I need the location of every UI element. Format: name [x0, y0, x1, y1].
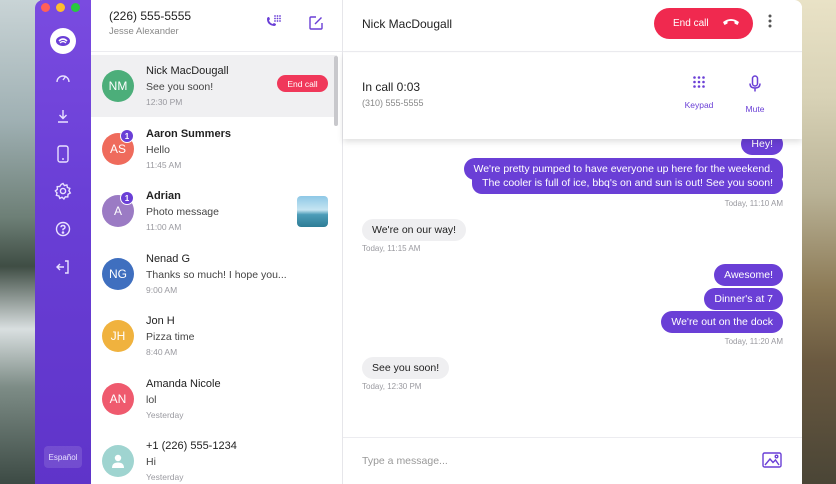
- conversation-name: Aaron Summers: [146, 128, 231, 140]
- gear-icon[interactable]: [49, 177, 77, 205]
- conversation-preview: Pizza time: [146, 331, 195, 343]
- help-icon[interactable]: [49, 215, 77, 243]
- conversation-preview: Thanks so much! I hope you...: [146, 269, 287, 281]
- conversation-name: Nenad G: [146, 253, 191, 265]
- desktop-wallpaper-left: [0, 0, 40, 484]
- conversation-time: 12:30 PM: [146, 97, 183, 107]
- account-phone: (226) 555-5555: [109, 9, 192, 23]
- app-window: Español (226) 555-5555 Jesse Alexander N…: [35, 0, 802, 484]
- avatar: NG: [102, 258, 134, 290]
- conversation-name: +1 (226) 555-1234: [146, 440, 237, 452]
- call-status: In call 0:03: [362, 80, 421, 94]
- conversation-name: Jon H: [146, 315, 175, 327]
- conversation-name: Adrian: [146, 190, 181, 202]
- mute-button[interactable]: Mute: [735, 75, 775, 114]
- message-thread: Hey! We're pretty pumped to have everyon…: [343, 133, 802, 435]
- close-window-button[interactable]: [41, 3, 50, 12]
- conversation-preview: Photo message: [146, 206, 219, 218]
- speedometer-icon[interactable]: [49, 64, 77, 92]
- list-scrollbar[interactable]: [334, 56, 338, 126]
- message-bubble-incoming: We're on our way!: [362, 219, 467, 241]
- message-timestamp: Today, 11:10 AM: [724, 199, 783, 208]
- conversation-item-adrian[interactable]: A 1 Adrian Photo message 11:00 AM: [91, 180, 337, 242]
- conversation-preview: Hello: [146, 144, 170, 156]
- avatar: AN: [102, 383, 134, 415]
- download-icon[interactable]: [49, 102, 77, 130]
- conversation-item-nenad-g[interactable]: NG Nenad G Thanks so much! I hope you...…: [91, 243, 337, 305]
- compose-new-icon[interactable]: [306, 13, 326, 33]
- chat-pane: Nick MacDougall End call In call 0:03 (3…: [343, 0, 802, 484]
- keypad-icon: [692, 76, 706, 93]
- message-bubble-outgoing: The cooler is full of ice, bbq's on and …: [472, 174, 783, 194]
- more-options-icon[interactable]: [768, 14, 772, 31]
- conversation-name: Nick MacDougall: [146, 65, 229, 77]
- avatar: NM: [102, 70, 134, 102]
- end-call-button[interactable]: End call: [277, 75, 328, 92]
- language-button[interactable]: Español: [44, 446, 82, 468]
- conversation-item-unknown-number[interactable]: +1 (226) 555-1234 Hi Yesterday: [91, 430, 337, 484]
- conversation-item-jon-h[interactable]: JH Jon H Pizza time 8:40 AM: [91, 305, 337, 367]
- compose-bar: [343, 437, 802, 484]
- message-bubble-outgoing: Awesome!: [714, 264, 783, 286]
- conversation-time: 11:45 AM: [146, 160, 182, 170]
- message-bubble-outgoing: Dinner's at 7: [704, 288, 783, 310]
- call-number: (310) 555-5555: [362, 98, 424, 108]
- mobile-device-icon[interactable]: [49, 140, 77, 168]
- chat-title: Nick MacDougall: [362, 17, 453, 31]
- conversation-time: Yesterday: [146, 472, 184, 482]
- person-icon: [102, 445, 134, 477]
- conversation-preview: Hi: [146, 456, 156, 468]
- conversation-name: Amanda Nicole: [146, 378, 221, 390]
- desktop-wallpaper-right: [796, 0, 836, 484]
- conversation-item-aaron-summers[interactable]: AS 1 Aaron Summers Hello 11:45 AM: [91, 118, 337, 180]
- conversation-preview: lol: [146, 394, 157, 406]
- microphone-icon: [748, 75, 762, 97]
- account-header: (226) 555-5555 Jesse Alexander: [91, 0, 342, 52]
- conversation-time: Yesterday: [146, 410, 184, 420]
- avatar: JH: [102, 320, 134, 352]
- message-timestamp: Today, 12:30 PM: [362, 382, 422, 391]
- conversation-item-nick-macdougall[interactable]: NM Nick MacDougall See you soon! 12:30 P…: [91, 55, 337, 117]
- dialpad-call-icon[interactable]: [263, 13, 283, 33]
- attach-image-icon[interactable]: [762, 452, 782, 473]
- message-bubble-outgoing: We're out on the dock: [661, 311, 783, 333]
- hang-up-icon: [722, 17, 740, 32]
- keypad-label: Keypad: [684, 100, 714, 110]
- conversation-time: 11:00 AM: [146, 222, 182, 232]
- message-timestamp: Today, 11:20 AM: [724, 337, 783, 346]
- conversation-time: 8:40 AM: [146, 347, 178, 357]
- end-call-label: End call: [673, 18, 709, 29]
- conversation-preview: See you soon!: [146, 81, 214, 93]
- maximize-window-button[interactable]: [71, 3, 80, 12]
- active-call-panel: In call 0:03 (310) 555-5555 Keypad Mute: [343, 53, 802, 139]
- photo-thumbnail[interactable]: [297, 196, 328, 227]
- end-call-button[interactable]: End call: [654, 8, 753, 39]
- unread-badge: 1: [120, 191, 134, 205]
- keypad-button[interactable]: Keypad: [679, 75, 719, 110]
- unread-badge: 1: [120, 129, 134, 143]
- message-input[interactable]: [362, 452, 742, 470]
- mute-label: Mute: [745, 104, 765, 114]
- message-bubble-incoming: See you soon!: [362, 357, 450, 379]
- sign-out-icon[interactable]: [49, 253, 77, 281]
- chat-header: Nick MacDougall End call: [343, 0, 802, 52]
- message-timestamp: Today, 11:15 AM: [362, 244, 421, 253]
- minimize-window-button[interactable]: [56, 3, 65, 12]
- window-controls: [41, 3, 80, 12]
- nav-rail: Español: [35, 0, 91, 484]
- conversation-time: 9:00 AM: [146, 285, 178, 295]
- account-name: Jesse Alexander: [109, 26, 179, 37]
- app-logo-icon[interactable]: [50, 28, 76, 54]
- conversation-item-amanda-nicole[interactable]: AN Amanda Nicole lol Yesterday: [91, 368, 337, 430]
- conversation-list: (226) 555-5555 Jesse Alexander NM Nick M…: [91, 0, 343, 484]
